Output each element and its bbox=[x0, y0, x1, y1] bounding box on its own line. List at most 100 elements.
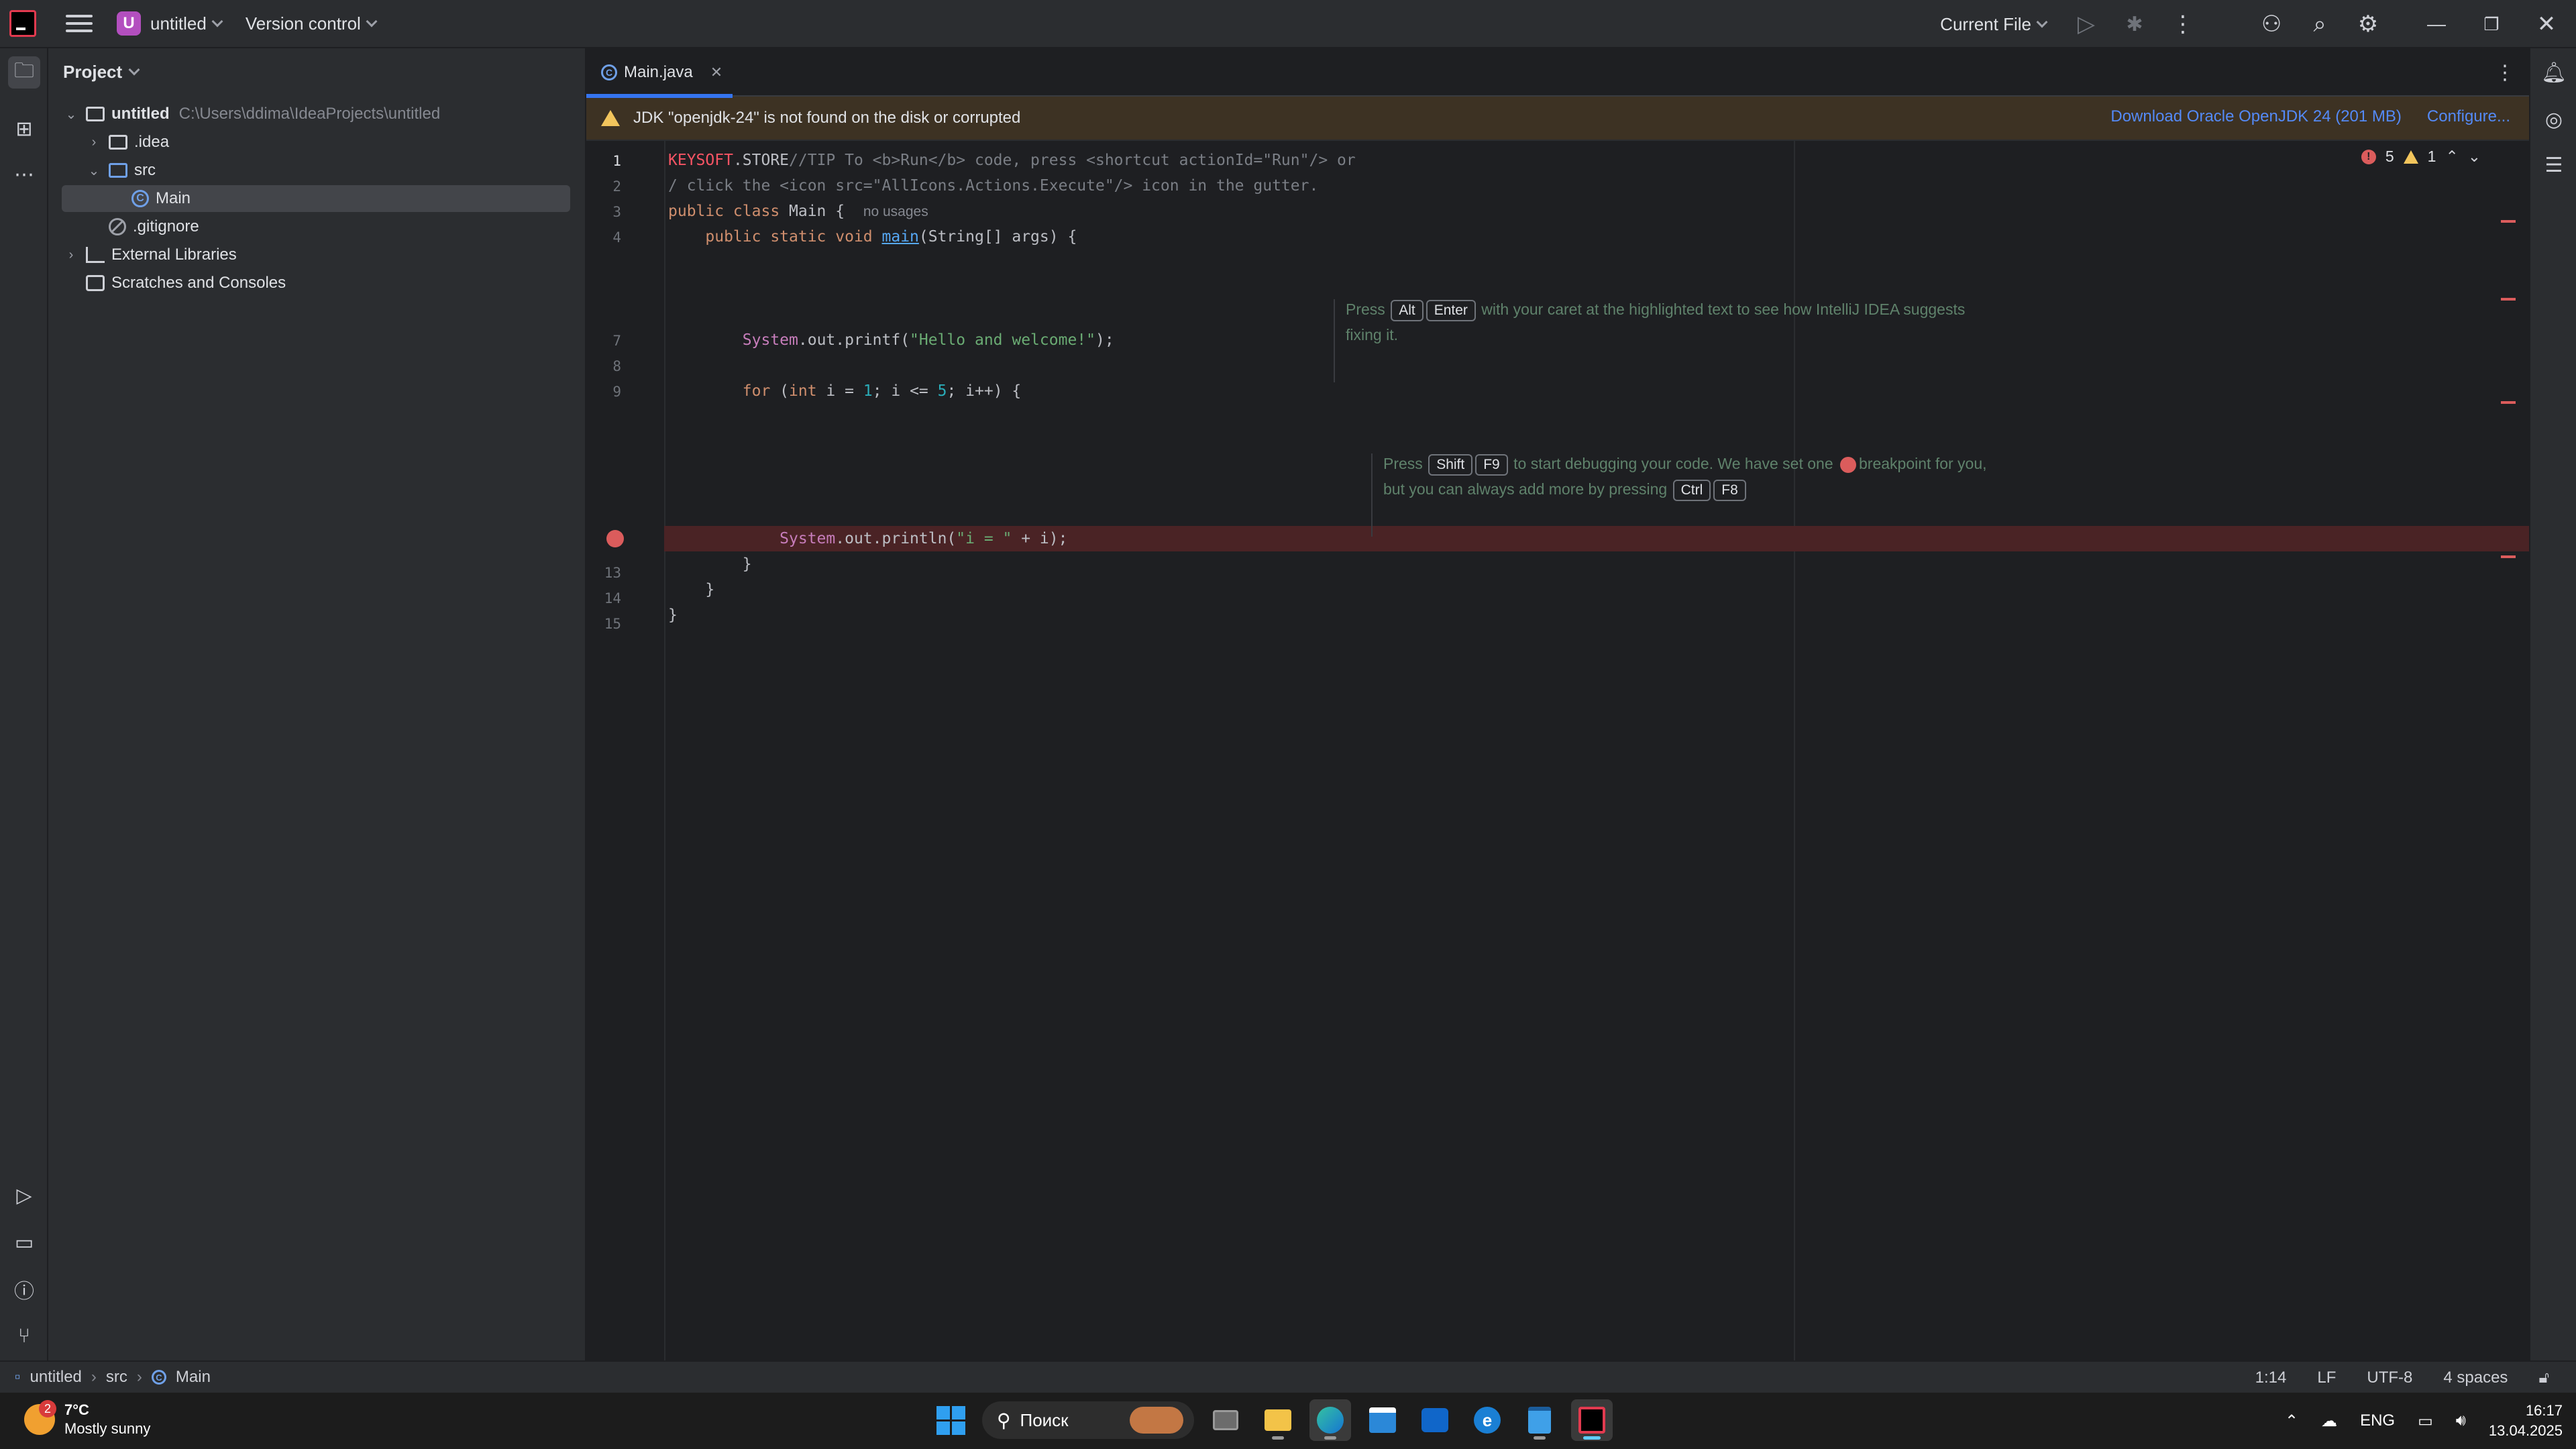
clock-time: 16:17 bbox=[2525, 1402, 2563, 1419]
input-language[interactable]: ENG bbox=[2360, 1411, 2395, 1430]
settings-gear-icon[interactable]: ⚙ bbox=[2344, 0, 2392, 48]
download-jdk-link[interactable]: Download Oracle OpenJDK 24 (201 MB) bbox=[2110, 107, 2402, 126]
read-only-lock-icon[interactable]: 🔓︎ bbox=[2538, 1368, 2549, 1387]
error-stripe-marker[interactable] bbox=[2501, 298, 2516, 301]
line-separator[interactable]: LF bbox=[2317, 1368, 2336, 1387]
problems-tool-icon[interactable]: ⓘ bbox=[8, 1273, 40, 1305]
project-path: C:\Users\ddima\IdeaProjects\untitled bbox=[178, 105, 441, 123]
git-tool-icon[interactable]: ⑂ bbox=[8, 1320, 40, 1352]
title-bar-actions: Current File ▷ ✱ ⋮ ⚇ ⌕ ⚙ — ❐ ✕ bbox=[1931, 0, 2576, 48]
edge-legacy-app[interactable]: e bbox=[1466, 1399, 1508, 1441]
folder-icon bbox=[109, 135, 127, 150]
system-tray: ⌃ ☁ ENG ▭ 🔊︎ 16:17 13.04.2025 bbox=[2285, 1393, 2563, 1449]
chevron-right-icon[interactable]: › bbox=[62, 248, 80, 263]
chevron-down-icon bbox=[128, 64, 140, 76]
notifications-bell-icon[interactable]: 🔔︎ bbox=[2538, 56, 2570, 89]
terminal-tool-icon[interactable]: ▭ bbox=[8, 1226, 40, 1258]
breadcrumb-item[interactable]: Main bbox=[176, 1368, 211, 1387]
database-icon[interactable]: ☰ bbox=[2538, 149, 2570, 181]
intellij-app[interactable] bbox=[1571, 1399, 1613, 1441]
task-view-icon bbox=[1213, 1410, 1238, 1430]
folder-icon bbox=[1265, 1409, 1291, 1431]
volume-icon[interactable]: 🔊︎ bbox=[2456, 1411, 2466, 1430]
intellij-logo-icon bbox=[9, 10, 36, 37]
gutter-separator bbox=[664, 141, 665, 1360]
tab-options-icon[interactable]: ⋮ bbox=[2491, 59, 2518, 86]
task-view-button[interactable] bbox=[1205, 1399, 1246, 1441]
tree-item-main[interactable]: C Main bbox=[62, 185, 570, 212]
chevron-down-icon[interactable]: ⌄ bbox=[85, 162, 103, 179]
onedrive-cloud-icon[interactable]: ☁ bbox=[2321, 1411, 2337, 1431]
run-icon[interactable]: ▷ bbox=[2062, 0, 2110, 48]
project-switcher[interactable]: untitled bbox=[150, 13, 223, 34]
key-f9: F9 bbox=[1475, 454, 1508, 476]
error-stripe-marker[interactable] bbox=[2501, 220, 2516, 223]
run-config-selector[interactable]: Current File bbox=[1940, 14, 2048, 35]
file-explorer-app[interactable] bbox=[1257, 1399, 1299, 1441]
close-tab-icon[interactable]: ✕ bbox=[710, 64, 722, 81]
close-icon[interactable]: ✕ bbox=[2522, 0, 2571, 48]
indent-setting[interactable]: 4 spaces bbox=[2443, 1368, 2508, 1387]
inspection-widget[interactable]: ! 5 1 ⌃ ⌄ bbox=[2361, 148, 2481, 166]
file-encoding[interactable]: UTF-8 bbox=[2367, 1368, 2412, 1387]
notepad-app[interactable] bbox=[1519, 1399, 1560, 1441]
project-badge[interactable]: U bbox=[117, 11, 141, 36]
search-icon[interactable]: ⌕ bbox=[2296, 0, 2344, 48]
chevron-down-icon[interactable]: ⌄ bbox=[62, 106, 80, 123]
main-menu-icon[interactable] bbox=[66, 10, 93, 37]
tree-item-idea[interactable]: › .idea bbox=[62, 129, 570, 156]
project-name: untitled bbox=[150, 13, 207, 34]
banner-text: JDK "openjdk-24" is not found on the dis… bbox=[633, 109, 1021, 127]
add-user-icon[interactable]: ⚇ bbox=[2247, 0, 2296, 48]
show-hidden-icons-icon[interactable]: ⌃ bbox=[2285, 1411, 2298, 1431]
project-panel-header[interactable]: Project bbox=[48, 48, 585, 95]
code-line-2: / click the <icon src="AllIcons.Actions.… bbox=[668, 177, 1319, 195]
breadcrumb-item[interactable]: untitled bbox=[30, 1368, 82, 1387]
tree-item-src[interactable]: ⌄ src bbox=[62, 157, 570, 184]
status-widgets: 1:14 LF UTF-8 4 spaces 🔓︎ bbox=[2255, 1362, 2549, 1394]
restore-icon[interactable]: ❐ bbox=[2467, 0, 2516, 48]
tab-main-java[interactable]: C Main.java ✕ bbox=[586, 48, 733, 98]
project-tool-icon[interactable]: 🗀 bbox=[8, 56, 40, 89]
outlook-app[interactable] bbox=[1414, 1399, 1456, 1441]
error-stripe-marker[interactable] bbox=[2501, 401, 2516, 404]
tree-item-gitignore[interactable]: .gitignore bbox=[62, 213, 570, 240]
title-bar: U untitled Version control Current File … bbox=[0, 0, 2576, 48]
network-icon[interactable]: ▭ bbox=[2418, 1411, 2433, 1431]
weather-widget[interactable]: 2 7°C Mostly sunny bbox=[24, 1400, 150, 1438]
start-button[interactable] bbox=[930, 1399, 971, 1441]
breakpoint-icon[interactable] bbox=[606, 530, 624, 547]
usages-hint: no usages bbox=[863, 204, 928, 219]
error-icon: ! bbox=[2361, 149, 2376, 164]
more-tools-icon[interactable]: ⋯ bbox=[8, 158, 40, 191]
clock[interactable]: 16:17 13.04.2025 bbox=[2489, 1401, 2563, 1441]
tree-item-scratches[interactable]: Scratches and Consoles bbox=[62, 270, 570, 297]
tree-item-untitled[interactable]: ⌄ untitled C:\Users\ddima\IdeaProjects\u… bbox=[62, 101, 570, 127]
edge-browser-app[interactable] bbox=[1309, 1399, 1351, 1441]
structure-tool-icon[interactable]: ⊞ bbox=[8, 113, 40, 145]
more-actions-icon[interactable]: ⋮ bbox=[2159, 0, 2207, 48]
vcs-menu[interactable]: Version control bbox=[246, 13, 378, 34]
chevron-right-icon[interactable]: › bbox=[85, 135, 103, 150]
chevron-down-icon bbox=[2036, 16, 2048, 28]
ai-assistant-icon[interactable]: ◎ bbox=[2538, 103, 2570, 136]
configure-link[interactable]: Configure... bbox=[2427, 107, 2510, 126]
code-line-15: } bbox=[668, 606, 678, 624]
minimize-icon[interactable]: — bbox=[2412, 0, 2461, 48]
line-number: 3 bbox=[612, 204, 621, 220]
taskbar-search[interactable]: ⚲ Поиск bbox=[982, 1401, 1194, 1439]
tree-item-external-libraries[interactable]: › External Libraries bbox=[62, 241, 570, 268]
project-panel: Project ⌄ untitled C:\Users\ddima\IdeaPr… bbox=[48, 48, 586, 1360]
clock-date: 13.04.2025 bbox=[2488, 1422, 2563, 1439]
breadcrumb-item[interactable]: src bbox=[106, 1368, 127, 1387]
caret-position[interactable]: 1:14 bbox=[2255, 1368, 2287, 1387]
ide-window: U untitled Version control Current File … bbox=[0, 0, 2576, 1449]
debug-icon[interactable]: ✱ bbox=[2110, 0, 2159, 48]
error-stripe-marker[interactable] bbox=[2501, 555, 2516, 558]
run-tool-icon[interactable]: ▷ bbox=[8, 1179, 40, 1212]
code-line-7: System.out.printf("Hello and welcome!"); bbox=[742, 331, 1114, 349]
store-app[interactable] bbox=[1362, 1399, 1403, 1441]
code-editor[interactable]: ! 5 1 ⌃ ⌄ 1 2 3 4 7 8 9 13 14 15 KEYSOFT… bbox=[586, 141, 2529, 1360]
previous-highlight-icon[interactable]: ⌃ bbox=[2445, 148, 2458, 166]
next-highlight-icon[interactable]: ⌄ bbox=[2468, 148, 2481, 166]
